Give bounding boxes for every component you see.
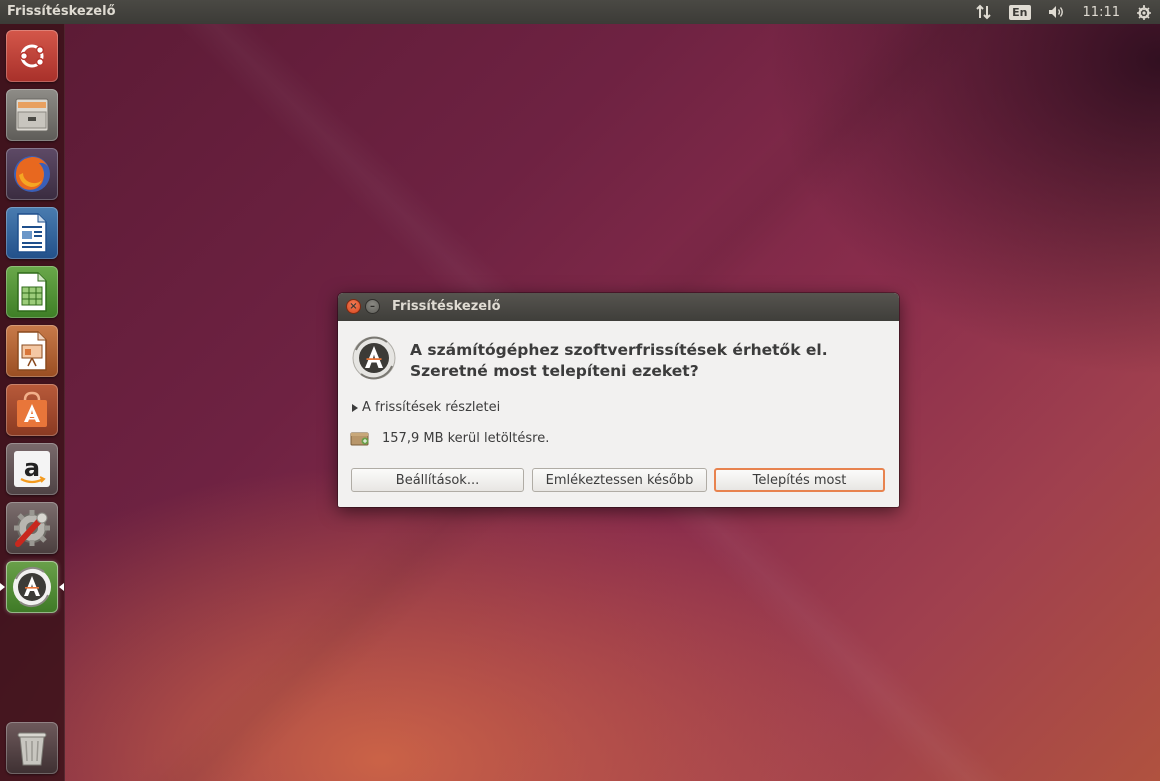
launcher-trash-button[interactable] [6, 722, 58, 774]
active-app-indicator [0, 583, 5, 591]
ubuntu-logo-icon [14, 38, 50, 74]
settings-button[interactable]: Beállítások... [351, 468, 524, 492]
expander-arrow-icon [352, 403, 358, 412]
launcher-amazon-button[interactable]: a [6, 443, 58, 495]
active-app-title: Frissítéskezelő [7, 4, 116, 19]
file-cabinet-icon [12, 95, 52, 135]
launcher-system-settings-button[interactable] [6, 502, 58, 554]
download-size-text: 157,9 MB kerül letöltésre. [382, 430, 550, 446]
svg-text:a: a [24, 454, 40, 482]
launcher-firefox-button[interactable] [6, 148, 58, 200]
focused-app-indicator [59, 583, 64, 591]
launcher-files-button[interactable] [6, 89, 58, 141]
power-gear-icon[interactable] [1136, 4, 1152, 20]
download-size-row: 157,9 MB kerül letöltésre. [350, 430, 549, 446]
settings-wrench-icon [10, 506, 54, 550]
top-panel: Frissítéskezelő En 11:11 [0, 0, 1160, 24]
firefox-icon [11, 153, 53, 195]
network-icon[interactable] [975, 4, 993, 20]
details-expander-label: A frissítések részletei [362, 400, 501, 415]
calc-icon [14, 271, 50, 313]
software-updater-icon [351, 335, 397, 381]
software-updater-dialog: × – Frissítéskezelő A számítógéphez szof… [338, 293, 899, 507]
close-icon[interactable]: × [346, 299, 361, 314]
impress-icon [14, 330, 50, 372]
dialog-headline: A számítógéphez szoftverfrissítések érhe… [410, 340, 880, 382]
launcher: a [0, 24, 65, 781]
headline-line-2: Szeretné most telepíteni ezeket? [410, 362, 699, 380]
dialog-title: Frissítéskezelő [392, 299, 501, 314]
indicator-area: En 11:11 [967, 0, 1160, 24]
keyboard-layout-label: En [1009, 4, 1031, 20]
minimize-icon[interactable]: – [365, 299, 380, 314]
package-icon [350, 430, 370, 446]
keyboard-layout-indicator[interactable]: En [1009, 4, 1031, 20]
trash-icon [14, 727, 50, 769]
launcher-impress-button[interactable] [6, 325, 58, 377]
software-updater-icon [10, 565, 54, 609]
writer-icon [14, 212, 50, 254]
launcher-writer-button[interactable] [6, 207, 58, 259]
install-now-button[interactable]: Telepítés most [714, 468, 885, 492]
launcher-dash-button[interactable] [6, 30, 58, 82]
headline-line-1: A számítógéphez szoftverfrissítések érhe… [410, 341, 828, 359]
remind-later-button[interactable]: Emlékeztessen később [532, 468, 707, 492]
launcher-calc-button[interactable] [6, 266, 58, 318]
volume-icon[interactable] [1047, 4, 1067, 20]
details-expander[interactable]: A frissítések részletei [352, 400, 500, 415]
dialog-titlebar[interactable]: × – Frissítéskezelő [338, 293, 899, 321]
amazon-icon: a [12, 449, 52, 489]
launcher-software-updater-button[interactable] [6, 561, 58, 613]
launcher-software-center-button[interactable] [6, 384, 58, 436]
clock[interactable]: 11:11 [1083, 5, 1120, 20]
software-center-icon [12, 390, 52, 430]
